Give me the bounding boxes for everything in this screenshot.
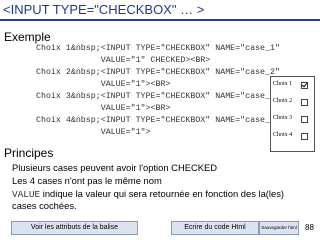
checkbox-2[interactable] <box>301 99 308 106</box>
preview-label: Choix 4 <box>273 132 293 138</box>
code-line: Choix 4&nbsp;<INPUT TYPE="CHECKBOX" NAME… <box>36 116 280 125</box>
code-line: Choix 3&nbsp;<INPUT TYPE="CHECKBOX" NAME… <box>36 92 280 101</box>
principles-heading: Principes <box>4 146 54 160</box>
page-number: 88 <box>305 223 314 232</box>
value-keyword: VALUE <box>12 189 41 200</box>
code-line: Choix 2&nbsp;<INPUT TYPE="CHECKBOX" NAME… <box>36 68 280 77</box>
slide-title-bar: <INPUT TYPE="CHECKBOX" … > <box>0 0 320 22</box>
checkbox-3[interactable] <box>301 116 308 123</box>
code-line: VALUE="1"><BR> <box>36 80 171 89</box>
code-line: VALUE="1" CHECKED><BR> <box>36 56 211 65</box>
principle-bullet: VALUE indique la valeur qui sera retourn… <box>12 188 292 211</box>
example-heading: Exemple <box>4 30 51 44</box>
preview-label: Choix 3 <box>273 115 293 121</box>
preview-label: Choix 2 <box>273 98 293 104</box>
slide-title: <INPUT TYPE="CHECKBOX" … > <box>3 2 205 17</box>
checkbox-preview: Choix 1 Choix 2 Choix 3 Choix 4 <box>270 76 315 152</box>
code-line: VALUE="1"> <box>36 128 151 137</box>
save-html-button[interactable]: Sauvegarder html <box>259 221 299 235</box>
title-divider <box>0 19 320 21</box>
value-description: indique la valeur qui sera retournée en … <box>12 188 285 211</box>
principle-bullet: Les 4 cases n'ont pas le même nom <box>12 175 162 186</box>
code-line: Choix 1&nbsp;<INPUT TYPE="CHECKBOX" NAME… <box>36 44 280 53</box>
view-attributes-button[interactable]: Voir les attributs de la balise <box>11 221 138 235</box>
principle-bullet: Plusieurs cases peuvent avoir l'option C… <box>12 162 218 173</box>
preview-label: Choix 1 <box>273 81 293 87</box>
checkbox-1[interactable] <box>301 82 308 89</box>
code-line: VALUE="1"><BR> <box>36 104 171 113</box>
checkbox-4[interactable] <box>301 133 308 140</box>
write-html-button[interactable]: Ecrire du code Html <box>171 221 259 235</box>
